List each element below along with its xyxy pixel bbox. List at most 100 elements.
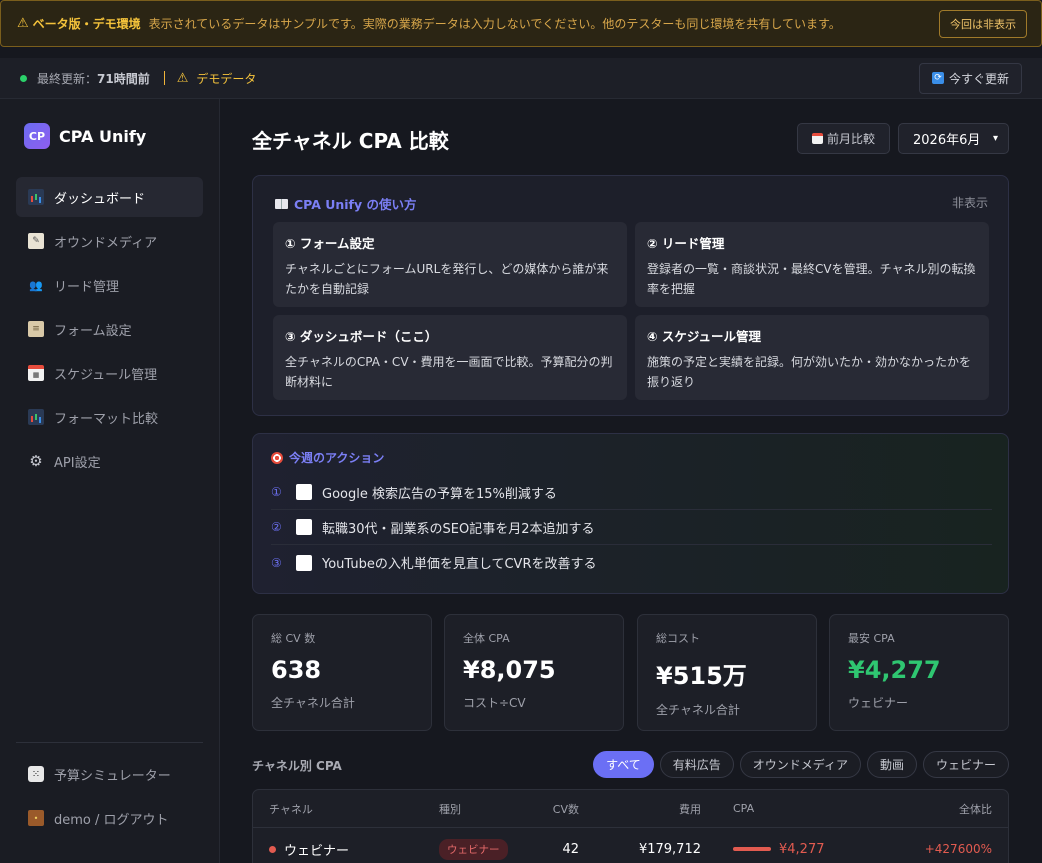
clipboard-icon: ≡	[28, 321, 44, 337]
guide-step-dashboard: ③ ダッシュボード（ここ） 全チャネルのCPA・CV・費用を一画面で比較。予算配…	[273, 315, 627, 400]
sidebar-item-dashboard[interactable]: ダッシュボード	[16, 177, 203, 217]
kpi-overall-cpa: 全体 CPA ¥8,075 コスト÷CV	[444, 614, 624, 731]
sidebar-item-label: 予算シミュレーター	[54, 768, 171, 784]
guide-step-schedule: ④ スケジュール管理 施策の予定と実績を記録。何が効いたか・効かなかったかを振り…	[635, 315, 989, 400]
sidebar-item-label: オウンドメディア	[54, 235, 158, 251]
warning-icon: ⚠	[176, 70, 189, 86]
channel-cpa-table: チャネル 種別 CV数 費用 CPA 全体比 ウェビナー ウェビナー 42 ¥1…	[252, 789, 1009, 863]
guide-step-title: ② リード管理	[647, 236, 725, 251]
guide-step-text: 全チャネルのCPA・CV・費用を一画面で比較。予算配分の判断材料に	[285, 355, 613, 389]
guide-step-text: 施策の予定と実績を記録。何が効いたか・効かなかったかを振り返り	[647, 355, 972, 389]
action-number: ①	[271, 485, 282, 499]
calendar-icon: ▦	[28, 365, 44, 381]
kpi-value: 638	[271, 656, 322, 684]
action-checkbox[interactable]	[296, 484, 312, 500]
people-icon: 👥	[29, 278, 43, 292]
action-item: ② 転職30代・副業系のSEO記事を月2本追加する	[271, 510, 992, 545]
table-header: チャネル 種別 CV数 費用 CPA 全体比	[253, 790, 1008, 828]
usage-guide-card: CPA Unify の使い方 非表示 ① フォーム設定 チャネルごとにフォームU…	[252, 175, 1009, 416]
col-header-channel[interactable]: チャネル	[253, 801, 423, 817]
guide-step-form: ① フォーム設定 チャネルごとにフォームURLを発行し、どの媒体から誰が来たかを…	[273, 222, 627, 307]
bar-chart-icon	[28, 189, 44, 205]
brand[interactable]: CP CPA Unify	[24, 123, 146, 149]
channel-cpa-title: チャネル別 CPA	[252, 759, 342, 773]
channel-name: ウェビナー	[284, 843, 350, 859]
guide-step-title: ③ ダッシュボード（ここ）	[285, 329, 438, 344]
filter-owned-media[interactable]: オウンドメディア	[739, 751, 861, 778]
month-select-value: 2026年6月	[913, 133, 981, 148]
sidebar-item-form-settings[interactable]: ≡ フォーム設定	[16, 309, 203, 349]
refresh-button[interactable]: ⟳ 今すぐ更新	[918, 62, 1022, 94]
kpi-label: 総コスト	[656, 632, 700, 645]
action-checkbox[interactable]	[296, 519, 312, 535]
sidebar-item-label: スケジュール管理	[54, 367, 158, 383]
sidebar-item-label: ダッシュボード	[54, 191, 146, 207]
col-header-cv[interactable]: CV数	[523, 801, 579, 817]
kpi-sub: 全チャネル合計	[271, 696, 355, 710]
kpi-sub: コスト÷CV	[463, 696, 526, 710]
beta-message: 表示されているデータはサンプルです。実際の業務データは入力しないでください。他の…	[148, 17, 841, 31]
sidebar-item-leads[interactable]: 👥 リード管理	[16, 265, 203, 305]
filter-video[interactable]: 動画	[866, 751, 917, 778]
kpi-sub: ウェビナー	[848, 696, 909, 710]
sidebar-item-budget-simulator[interactable]: ⁙ 予算シミュレーター	[16, 754, 203, 794]
col-header-cost[interactable]: 費用	[579, 801, 701, 817]
action-text: YouTubeの入札単価を見直してCVRを改善する	[322, 557, 597, 572]
door-icon: •	[28, 810, 44, 826]
guide-step-text: 登録者の一覧・商談状況・最終CVを管理。チャネル別の転換率を把握	[647, 262, 976, 296]
filter-paid-ads[interactable]: 有料広告	[659, 751, 734, 778]
bar-chart-icon	[28, 409, 44, 425]
refresh-button-label: 今すぐ更新	[948, 71, 1009, 86]
usage-guide-title: CPA Unify の使い方	[275, 194, 417, 213]
table-row[interactable]: ウェビナー ウェビナー 42 ¥179,712 ¥4,277 +427600%	[253, 828, 1008, 863]
dice-icon: ⁙	[28, 766, 44, 782]
cpa-value: ¥4,277	[779, 841, 825, 857]
status-divider	[163, 71, 165, 85]
memo-icon: ✎	[28, 233, 44, 249]
kpi-label: 総 CV 数	[271, 632, 316, 645]
hide-guide-link[interactable]: 非表示	[952, 194, 988, 211]
cell-channel: ウェビナー	[253, 840, 423, 859]
action-item: ① Google 検索広告の予算を15%削減する	[271, 475, 992, 510]
kpi-value: ¥4,277	[848, 656, 941, 684]
sidebar-item-schedule[interactable]: ▦ スケジュール管理	[16, 353, 203, 393]
cell-type: ウェビナー	[423, 838, 523, 860]
col-header-ratio[interactable]: 全体比	[891, 801, 1008, 817]
kpi-value: ¥8,075	[463, 656, 556, 684]
sidebar-nav: ダッシュボード ✎ オウンドメディア 👥 リード管理 ≡ フォーム設定 ▦ スケ…	[16, 177, 203, 485]
warning-icon: ⚠	[17, 16, 29, 31]
col-header-cpa[interactable]: CPA	[701, 802, 891, 815]
kpi-value: ¥515万	[656, 662, 747, 690]
hide-banner-button[interactable]: 今回は非表示	[939, 9, 1027, 38]
sidebar-item-api-settings[interactable]: ⚙ API設定	[16, 441, 203, 481]
sidebar-item-label: フォーマット比較	[54, 411, 159, 427]
kpi-total-cv: 総 CV 数 638 全チャネル合計	[252, 614, 432, 731]
prev-month-compare-button[interactable]: 前月比較	[797, 123, 890, 154]
chevron-down-icon: ▾	[992, 133, 998, 144]
action-number: ②	[271, 520, 282, 534]
brand-name: CPA Unify	[59, 126, 147, 146]
action-text: Google 検索広告の予算を15%削減する	[322, 486, 557, 502]
cell-cpa: ¥4,277	[701, 842, 891, 857]
sidebar-item-label: フォーム設定	[54, 323, 132, 339]
month-select[interactable]: 2026年6月 ▾	[898, 123, 1009, 154]
sidebar-divider	[16, 742, 203, 743]
target-icon	[271, 451, 283, 464]
channel-color-dot	[269, 845, 276, 853]
sidebar-item-label: demo / ログアウト	[54, 812, 169, 828]
sidebar-item-logout[interactable]: • demo / ログアウト	[16, 798, 203, 838]
kpi-label: 最安 CPA	[848, 632, 895, 645]
col-header-type[interactable]: 種別	[423, 801, 523, 817]
gear-icon: ⚙	[29, 452, 43, 470]
action-checkbox[interactable]	[296, 554, 312, 571]
sidebar-item-label: API設定	[54, 455, 101, 471]
guide-step-title: ① フォーム設定	[285, 236, 375, 251]
brand-logo: CP	[24, 123, 50, 149]
guide-step-title: ④ スケジュール管理	[647, 329, 762, 344]
filter-webinar[interactable]: ウェビナー	[922, 751, 1009, 778]
sidebar-item-owned-media[interactable]: ✎ オウンドメディア	[16, 221, 203, 261]
filter-all[interactable]: すべて	[593, 751, 654, 778]
sidebar-item-format-compare[interactable]: フォーマット比較	[16, 397, 203, 437]
cell-cv: 42	[562, 841, 579, 857]
kpi-label: 全体 CPA	[463, 632, 510, 645]
